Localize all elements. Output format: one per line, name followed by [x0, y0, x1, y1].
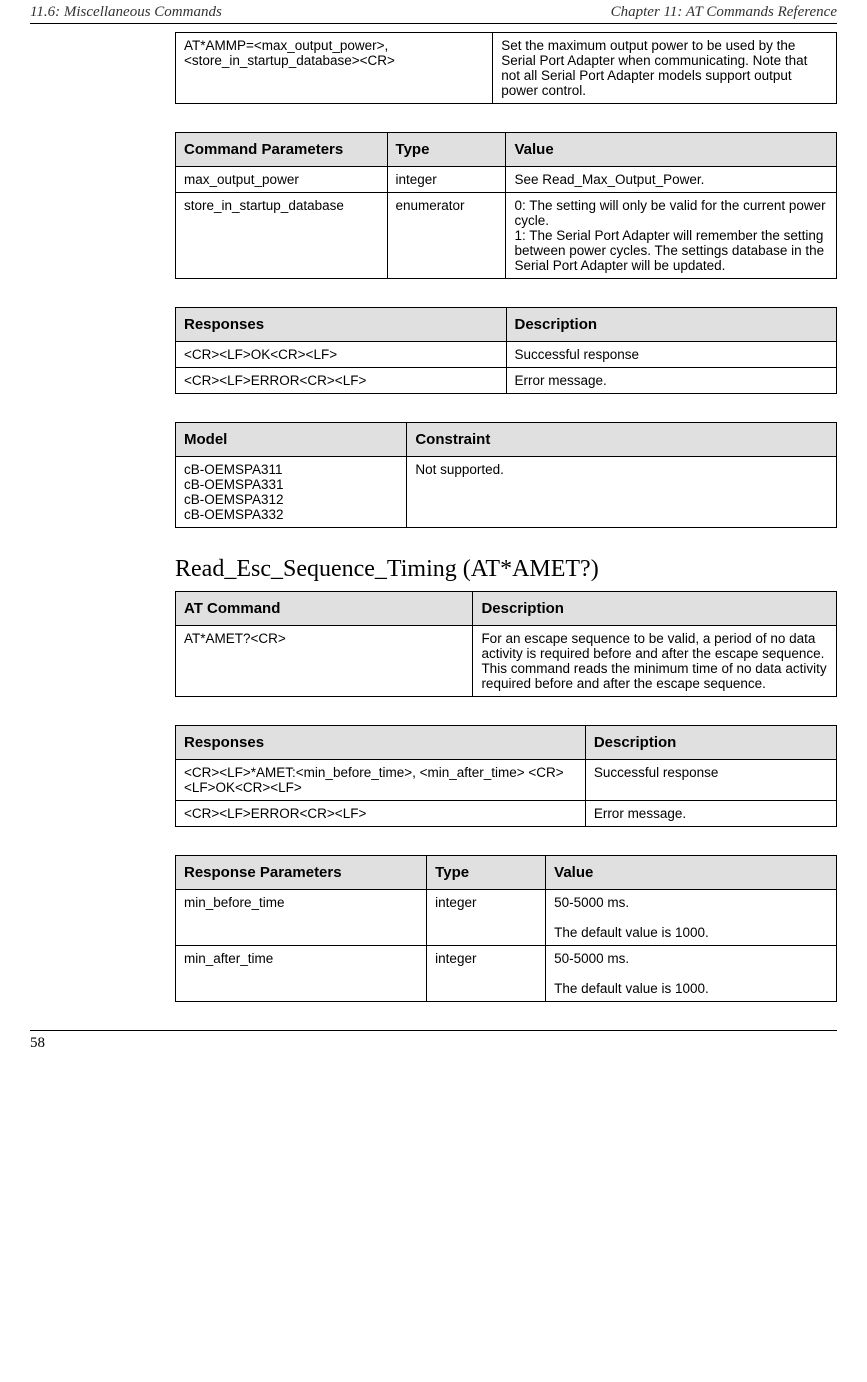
- table-header-row: AT Command Description: [176, 592, 837, 626]
- table-row: max_output_power integer See Read_Max_Ou…: [176, 167, 837, 193]
- cell: 50-5000 ms. The default value is 1000.: [546, 946, 837, 1002]
- section-heading: Read_Esc_Sequence_Timing (AT*AMET?): [175, 556, 837, 583]
- table-row: AT*AMET?<CR> For an escape sequence to b…: [176, 626, 837, 697]
- cell: <CR><LF>OK<CR><LF>: [176, 342, 507, 368]
- cell: integer: [427, 890, 546, 946]
- header-cell: Value: [546, 856, 837, 890]
- header-cell: Constraint: [407, 423, 837, 457]
- cell: AT*AMMP=<max_output_power>, <store_in_st…: [176, 33, 493, 104]
- table-row: <CR><LF>OK<CR><LF> Successful response: [176, 342, 837, 368]
- header-right: Chapter 11: AT Commands Reference: [611, 4, 837, 21]
- header-cell: Model: [176, 423, 407, 457]
- page-number: 58: [0, 1031, 867, 1064]
- table-response-parameters: Response Parameters Type Value min_befor…: [175, 855, 837, 1002]
- cell: max_output_power: [176, 167, 388, 193]
- table-row: min_after_time integer 50-5000 ms. The d…: [176, 946, 837, 1002]
- table-row: min_before_time integer 50-5000 ms. The …: [176, 890, 837, 946]
- header-cell: Description: [506, 308, 837, 342]
- cell: AT*AMET?<CR>: [176, 626, 473, 697]
- header-cell: Description: [473, 592, 837, 626]
- cell: <CR><LF>ERROR<CR><LF>: [176, 368, 507, 394]
- table-command-parameters: Command Parameters Type Value max_output…: [175, 132, 837, 279]
- table-row: <CR><LF>ERROR<CR><LF> Error message.: [176, 801, 837, 827]
- cell: Error message.: [506, 368, 837, 394]
- cell: <CR><LF>*AMET:<min_before_time>, <min_af…: [176, 760, 586, 801]
- cell: For an escape sequence to be valid, a pe…: [473, 626, 837, 697]
- header-cell: AT Command: [176, 592, 473, 626]
- cell: min_after_time: [176, 946, 427, 1002]
- cell: min_before_time: [176, 890, 427, 946]
- cell: 50-5000 ms. The default value is 1000.: [546, 890, 837, 946]
- header-cell: Description: [585, 726, 836, 760]
- page-header: 11.6: Miscellaneous Commands Chapter 11:…: [0, 0, 867, 23]
- table-header-row: Command Parameters Type Value: [176, 133, 837, 167]
- cell: store_in_startup_database: [176, 193, 388, 279]
- header-left: 11.6: Miscellaneous Commands: [30, 4, 222, 21]
- table-responses-1: Responses Description <CR><LF>OK<CR><LF>…: [175, 307, 837, 394]
- cell: Set the maximum output power to be used …: [493, 33, 837, 104]
- main-content: AT*AMMP=<max_output_power>, <store_in_st…: [175, 32, 837, 1002]
- table-row: <CR><LF>ERROR<CR><LF> Error message.: [176, 368, 837, 394]
- table-header-row: Responses Description: [176, 308, 837, 342]
- table-header-row: Responses Description: [176, 726, 837, 760]
- cell: Error message.: [585, 801, 836, 827]
- cell: See Read_Max_Output_Power.: [506, 167, 837, 193]
- header-cell: Responses: [176, 726, 586, 760]
- header-cell: Type: [387, 133, 506, 167]
- cell: Successful response: [585, 760, 836, 801]
- cell: 0: The setting will only be valid for th…: [506, 193, 837, 279]
- cell: Not supported.: [407, 457, 837, 528]
- cell: Successful response: [506, 342, 837, 368]
- table-row: store_in_startup_database enumerator 0: …: [176, 193, 837, 279]
- cell: integer: [427, 946, 546, 1002]
- header-cell: Type: [427, 856, 546, 890]
- cell: <CR><LF>ERROR<CR><LF>: [176, 801, 586, 827]
- header-cell: Responses: [176, 308, 507, 342]
- table-header-row: Response Parameters Type Value: [176, 856, 837, 890]
- table-row: cB-OEMSPA311 cB-OEMSPA331 cB-OEMSPA312 c…: [176, 457, 837, 528]
- table-header-row: Model Constraint: [176, 423, 837, 457]
- header-cell: Command Parameters: [176, 133, 388, 167]
- header-divider: [30, 23, 837, 24]
- header-cell: Value: [506, 133, 837, 167]
- table-row: <CR><LF>*AMET:<min_before_time>, <min_af…: [176, 760, 837, 801]
- table-ammp-command: AT*AMMP=<max_output_power>, <store_in_st…: [175, 32, 837, 104]
- cell: integer: [387, 167, 506, 193]
- table-model-constraint: Model Constraint cB-OEMSPA311 cB-OEMSPA3…: [175, 422, 837, 528]
- table-at-command: AT Command Description AT*AMET?<CR> For …: [175, 591, 837, 697]
- header-cell: Response Parameters: [176, 856, 427, 890]
- cell: cB-OEMSPA311 cB-OEMSPA331 cB-OEMSPA312 c…: [176, 457, 407, 528]
- table-row: AT*AMMP=<max_output_power>, <store_in_st…: [176, 33, 837, 104]
- table-responses-2: Responses Description <CR><LF>*AMET:<min…: [175, 725, 837, 827]
- cell: enumerator: [387, 193, 506, 279]
